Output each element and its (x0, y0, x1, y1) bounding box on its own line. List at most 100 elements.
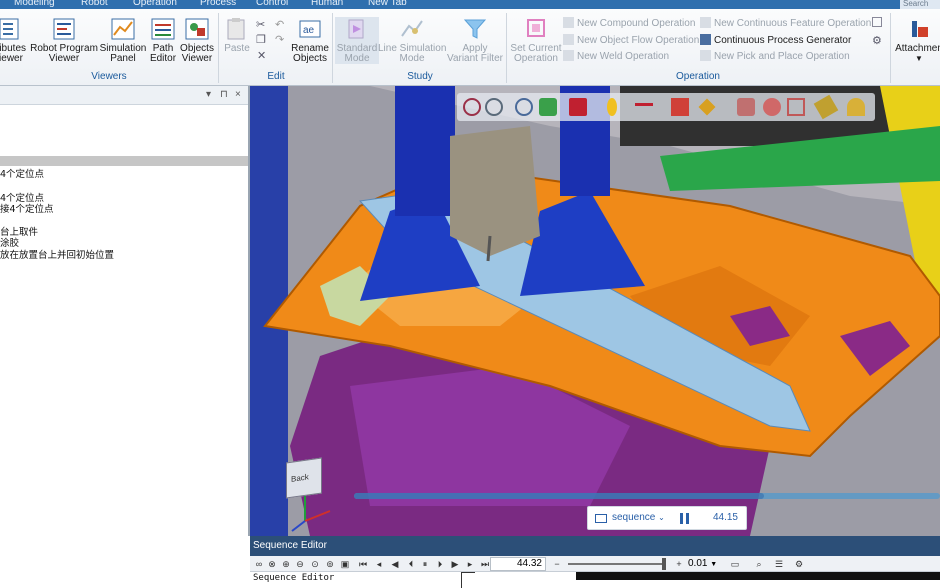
chevron-down-icon: ⌄ (658, 513, 665, 522)
step-backward-icon[interactable]: ◂ (374, 559, 384, 569)
attributes-viewer-button[interactable]: ributes iewer (0, 17, 30, 64)
group-label-edit: Edit (267, 71, 285, 82)
selection-filter-icon[interactable] (787, 98, 805, 116)
play-backward-icon[interactable]: ◀ (390, 559, 400, 569)
new-weld-operation-button[interactable]: New Weld Operation (563, 50, 669, 64)
menu-process[interactable]: Process (200, 0, 236, 8)
monitor-icon[interactable]: ▭ (730, 559, 740, 569)
apply-variant-filter-button[interactable]: Apply Variant Filter (446, 17, 504, 64)
attachment-label: Attachmen (895, 43, 940, 54)
light-icon[interactable] (607, 98, 617, 116)
filter-icon (463, 19, 487, 39)
path-editor-button[interactable]: Path Editor (147, 17, 179, 64)
unlink-icon[interactable]: ⊗ (267, 559, 277, 569)
step-forward-icon[interactable]: ⏵ (435, 559, 445, 569)
render-mode-icon[interactable] (569, 98, 587, 116)
new-object-flow-operation-button[interactable]: New Object Flow Operation (563, 34, 699, 48)
section-icon[interactable] (635, 103, 653, 106)
tree-item[interactable]: 4个定位点 (0, 166, 44, 180)
ribbon: ributes iewer Robot Program Viewer Simul… (0, 9, 940, 86)
pick-intent-icon[interactable] (698, 98, 716, 116)
new-compound-operation-button[interactable]: New Compound Operation (563, 17, 695, 31)
pause-icon[interactable]: ⏸ (420, 559, 430, 569)
menu-modeling[interactable]: Modeling (14, 0, 55, 8)
sequence-time-field[interactable]: 44.32 (490, 557, 546, 571)
pick-and-place-icon (700, 50, 711, 61)
zoom-to-fit-icon[interactable] (463, 98, 481, 116)
rename-objects-button[interactable]: ae Rename Objects (290, 17, 330, 64)
cut-icon[interactable]: ✂ (256, 18, 265, 31)
ribbon-separator (506, 13, 507, 83)
weld-operation-icon (563, 50, 574, 61)
speed-slider[interactable] (568, 558, 666, 570)
close-icon[interactable]: × (235, 89, 241, 100)
search-input[interactable]: Search (900, 0, 940, 9)
redo-icon[interactable]: ↷ (275, 33, 284, 46)
menu-control[interactable]: Control (256, 0, 288, 8)
objects-viewer-button[interactable]: Objects Viewer (179, 17, 215, 64)
sequence-selector[interactable]: sequence ⌄ (612, 512, 665, 523)
slider-thumb[interactable] (662, 558, 666, 570)
line-simulation-label-2: Mode (399, 53, 425, 64)
new-compound-operation-label: New Compound Operation (577, 18, 696, 29)
menu-human[interactable]: Human (311, 0, 343, 8)
3d-viewport[interactable]: Back sequence ⌄ 44.15 (250, 86, 940, 536)
set-current-operation-button[interactable]: Set Current Operation (508, 17, 564, 64)
camera-icon[interactable]: ▣ (340, 559, 350, 569)
menu-robot[interactable]: Robot (81, 0, 108, 8)
paste-button[interactable]: Paste (222, 17, 252, 54)
link-icon[interactable]: ∞ (254, 559, 264, 569)
filter-icon[interactable]: ⌕ (754, 559, 764, 569)
undo-icon[interactable]: ↶ (275, 18, 284, 31)
standard-mode-button[interactable]: Standard Mode (335, 17, 379, 64)
jump-to-end-icon[interactable]: ⏭ (480, 559, 490, 569)
step-back-icon[interactable]: ⏴ (406, 559, 416, 569)
jump-to-start-icon[interactable]: ⏮ (358, 559, 368, 569)
zoom-in-icon[interactable]: ⊕ (281, 559, 291, 569)
robot-icon[interactable]: ⚙ (872, 34, 882, 47)
zoom-icon[interactable] (485, 98, 503, 116)
color-icon[interactable] (671, 98, 689, 116)
menu-operation[interactable]: Operation (133, 0, 177, 8)
step-forward-small-icon[interactable]: ▸ (465, 559, 475, 569)
pin-icon[interactable]: ⊓ (220, 89, 228, 100)
new-pick-and-place-operation-button[interactable]: New Pick and Place Operation (700, 50, 850, 64)
gantt-area[interactable] (576, 572, 940, 580)
pan-icon[interactable] (515, 98, 533, 116)
view-orientation-icon[interactable] (539, 98, 557, 116)
options-icon[interactable]: ⚙ (794, 559, 804, 569)
zoom-fit-icon[interactable]: ⊙ (310, 559, 320, 569)
robot-program-viewer-button[interactable]: Robot Program Viewer (30, 17, 98, 64)
copy-icon[interactable]: ❐ (256, 33, 266, 46)
menu-new-tab[interactable]: New Tab (368, 0, 407, 8)
attachment-button[interactable]: Attachmen ▼ (895, 17, 940, 64)
line-simulation-mode-button[interactable]: Line Simulation Mode (378, 17, 446, 64)
time-step-field[interactable]: 0.01 ▼ (688, 557, 718, 571)
timeline-marker[interactable] (461, 572, 475, 588)
process-generator-icon (700, 34, 711, 45)
zoom-out-icon[interactable]: ⊖ (295, 559, 305, 569)
ribbon-separator (332, 13, 333, 83)
panel-menu-icon[interactable]: ▾ (206, 89, 211, 100)
grid-icon[interactable] (872, 17, 882, 27)
set-current-operation-icon (527, 19, 545, 37)
pause-icon[interactable] (680, 513, 689, 524)
continuous-process-generator-button[interactable]: Continuous Process Generator (700, 34, 851, 48)
play-icon[interactable]: ▶ (450, 559, 460, 569)
snap-icon[interactable] (737, 98, 755, 116)
new-continuous-feature-operation-button[interactable]: New Continuous Feature Operation (700, 17, 871, 31)
simulation-panel-button[interactable]: Simulation Panel (99, 17, 147, 64)
sequence-timeline[interactable] (354, 493, 940, 499)
tree-item[interactable]: 接4个定位点 (0, 201, 54, 215)
settings-icon[interactable]: ☰ (774, 559, 784, 569)
tree-item[interactable]: 放在放置台上并回初始位置 (0, 247, 114, 261)
zoom-selection-icon[interactable]: ⊚ (325, 559, 335, 569)
robot-program-viewer-label-2: Viewer (48, 53, 80, 64)
paint-icon[interactable] (847, 98, 865, 116)
measure-icon[interactable] (813, 94, 839, 120)
minus-icon[interactable]: − (552, 559, 562, 569)
view-cube[interactable]: Back (286, 457, 322, 499)
plus-icon[interactable]: + (674, 559, 684, 569)
delete-icon[interactable]: ✕ (257, 49, 266, 62)
pick-level-icon[interactable] (763, 98, 781, 116)
